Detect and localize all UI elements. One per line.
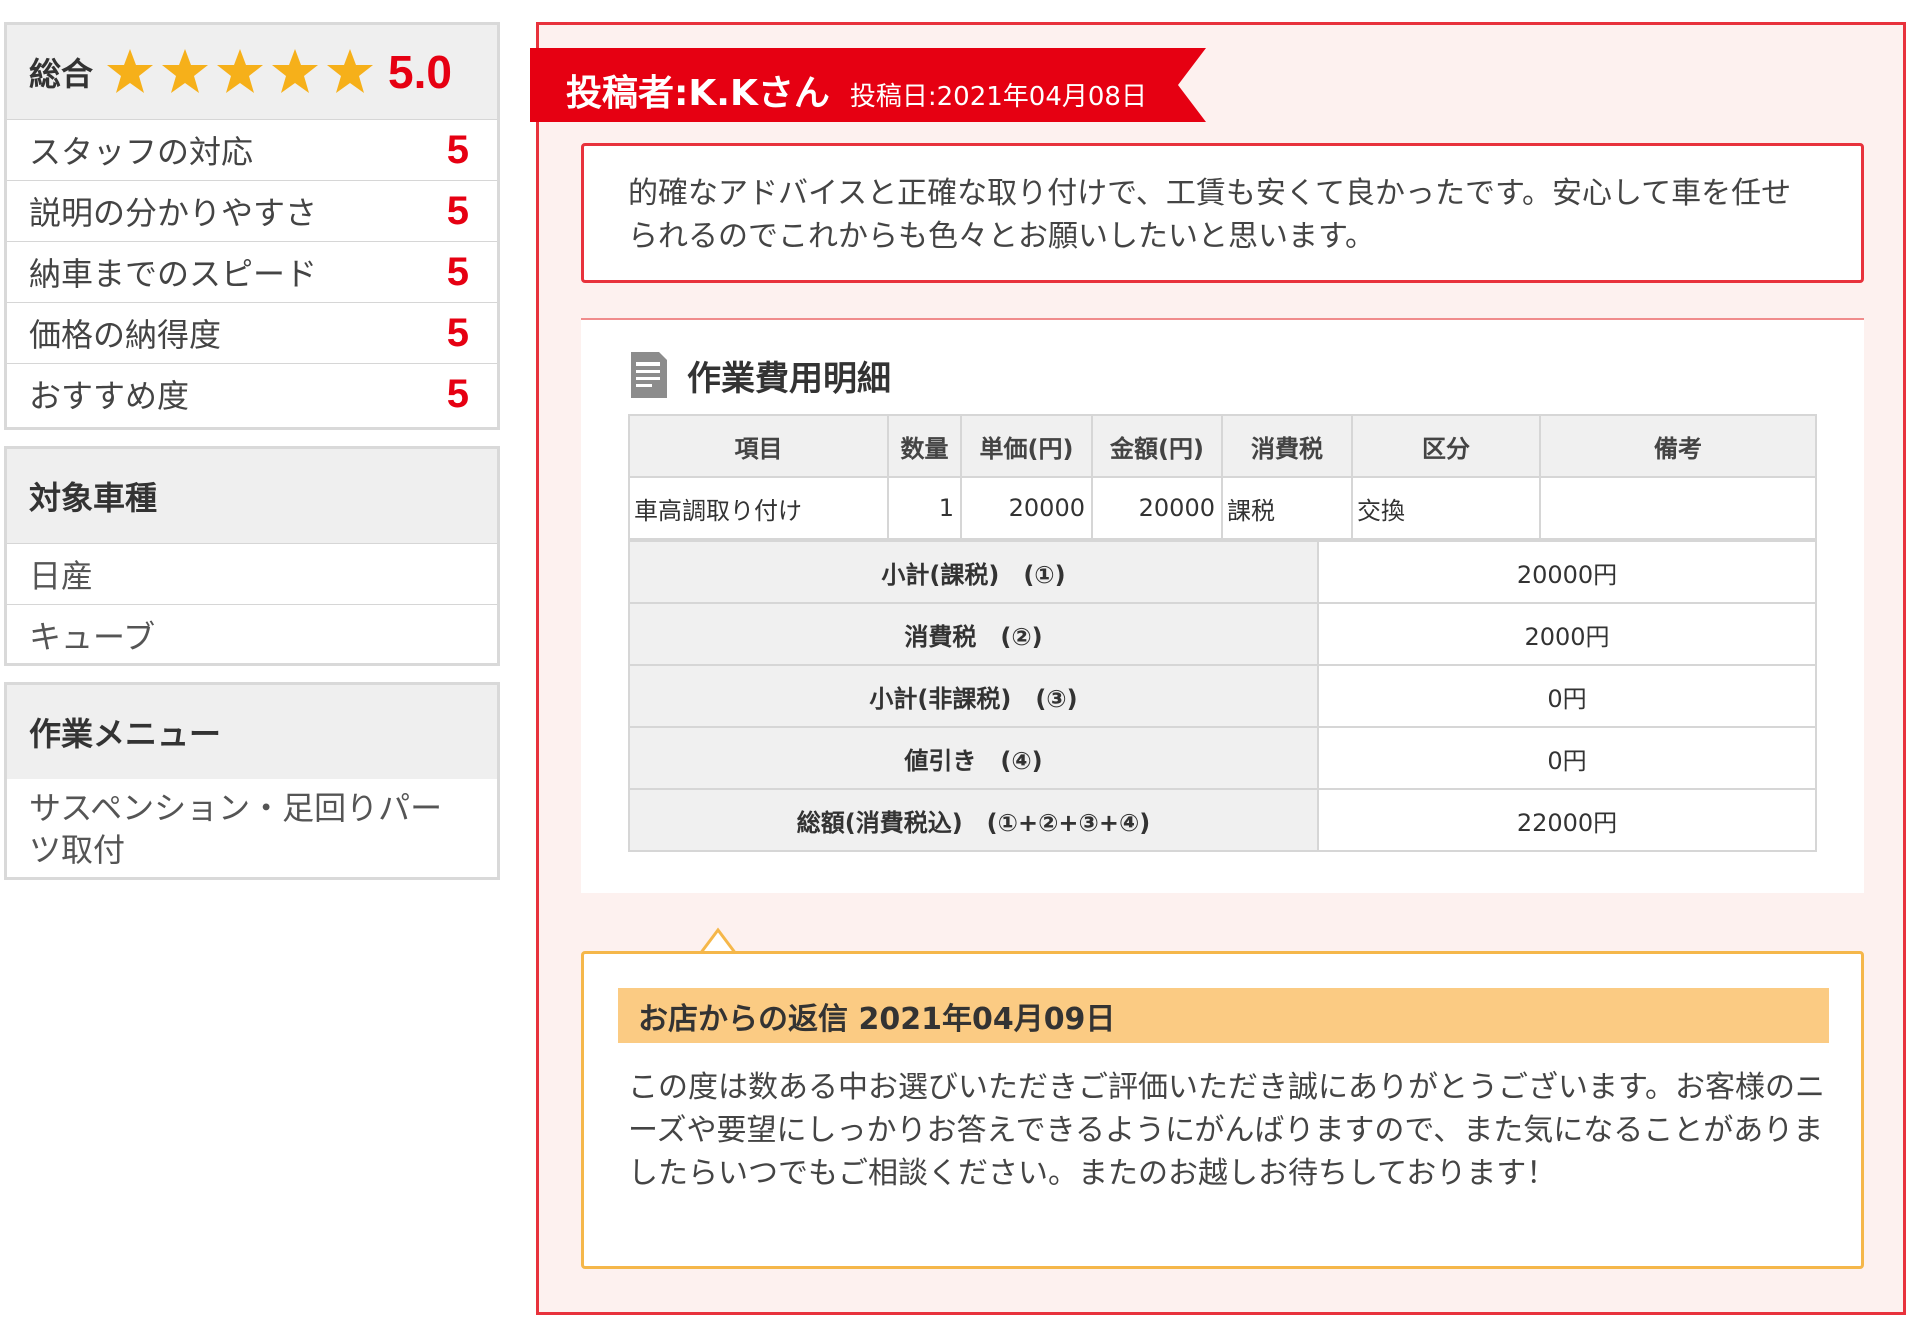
- rating-label: 説明の分かりやすさ: [29, 194, 318, 232]
- cell-notes: [1539, 476, 1817, 540]
- rating-row-recommend: おすすめ度 5: [7, 363, 497, 424]
- reply-body: この度は数ある中お選びいただきご評価いただき誠にありがとうございます。お客様のニ…: [628, 1070, 1825, 1191]
- totals-row: 消費税 (②) 2000円: [628, 602, 1817, 666]
- document-icon: [631, 352, 667, 398]
- cost-totals-table: 小計(課税) (①) 20000円 消費税 (②) 2000円 小計(非課税) …: [628, 540, 1817, 852]
- col-header-item: 項目: [628, 414, 889, 478]
- poster-banner: 投稿者:K.Kさん 投稿日:2021年04月08日: [530, 48, 1210, 122]
- totals-row: 小計(非課税) (③) 0円: [628, 664, 1817, 728]
- work-menu-item: サスペンション・足回りパーツ取付: [29, 789, 443, 869]
- total-value: 0円: [1317, 664, 1817, 728]
- rating-value: 5: [446, 249, 469, 294]
- overall-rating-header: 総合 5.0: [7, 25, 497, 119]
- star-icon: [217, 49, 264, 93]
- col-header-notes: 備考: [1539, 414, 1817, 478]
- star-icon: [107, 49, 154, 93]
- col-header-amount: 金額(円): [1091, 414, 1223, 478]
- cost-items-table: 項目 数量 単価(円) 金額(円) 消費税 区分 備考 車高調取り付け 1 20…: [628, 414, 1817, 540]
- rating-value: 5: [446, 371, 469, 416]
- total-label: 小計(課税) (①): [628, 540, 1319, 604]
- totals-row: 総額(消費税込) (①+②+③+④) 22000円: [628, 788, 1817, 852]
- cell-tax: 課税: [1221, 476, 1353, 540]
- rating-row-staff: スタッフの対応 5: [7, 119, 497, 180]
- col-header-category: 区分: [1351, 414, 1541, 478]
- work-menu-heading: 作業メニュー: [7, 685, 497, 779]
- vehicle-panel: 対象車種 日産 キューブ: [4, 446, 500, 666]
- poster-name: 投稿者:K.Kさん: [566, 73, 830, 114]
- review-comment: 的確なアドバイスと正確な取り付けで、工賃も安くて良かったです。安心して車を任せら…: [581, 143, 1864, 283]
- total-label: 値引き (④): [628, 726, 1319, 790]
- reply-heading: お店からの返信 2021年04月09日: [618, 988, 1829, 1043]
- total-label: 小計(非課税) (③): [628, 664, 1319, 728]
- total-label: 消費税 (②): [628, 602, 1319, 666]
- work-menu-panel: 作業メニュー サスペンション・足回りパーツ取付: [4, 682, 500, 880]
- rating-label: 納車までのスピード: [29, 255, 318, 293]
- total-value: 22000円: [1317, 788, 1817, 852]
- cost-title: 作業費用明細: [629, 350, 891, 400]
- cell-quantity: 1: [887, 476, 962, 540]
- cell-amount: 20000: [1091, 476, 1223, 540]
- rating-value: 5: [446, 310, 469, 355]
- cell-category: 交換: [1351, 476, 1541, 540]
- col-header-tax: 消費税: [1221, 414, 1353, 478]
- rating-label: スタッフの対応: [29, 133, 254, 171]
- vehicle-maker: 日産: [7, 543, 497, 604]
- totals-row: 値引き (④) 0円: [628, 726, 1817, 790]
- overall-label: 総合: [29, 55, 94, 93]
- star-icon: [272, 49, 319, 93]
- rating-row-price: 価格の納得度 5: [7, 302, 497, 363]
- star-icon: [327, 49, 374, 93]
- total-value: 0円: [1317, 726, 1817, 790]
- rating-label: 価格の納得度: [29, 316, 222, 354]
- cell-unit-price: 20000: [960, 476, 1093, 540]
- rating-row-speed: 納車までのスピード 5: [7, 241, 497, 302]
- star-icon: [162, 49, 209, 93]
- rating-label: おすすめ度: [29, 377, 190, 415]
- cost-title-text: 作業費用明細: [687, 358, 891, 399]
- rating-row-explanation: 説明の分かりやすさ 5: [7, 180, 497, 241]
- total-value: 2000円: [1317, 602, 1817, 666]
- total-value: 20000円: [1317, 540, 1817, 604]
- col-header-quantity: 数量: [887, 414, 962, 478]
- cost-breakdown: 作業費用明細 項目 数量 単価(円) 金額(円) 消費税 区分 備考 車高調取り…: [581, 318, 1864, 893]
- cell-item: 車高調取り付け: [628, 476, 889, 540]
- rating-value: 5: [446, 127, 469, 172]
- star-rating: [105, 47, 380, 97]
- vehicle-heading: 対象車種: [7, 449, 497, 543]
- table-header-row: 項目 数量 単価(円) 金額(円) 消費税 区分 備考: [628, 414, 1817, 478]
- overall-score: 5.0: [388, 46, 452, 98]
- rating-panel: 総合 5.0 スタッフの対応 5 説明の分かりやすさ 5 納車までのスピード 5…: [4, 22, 500, 430]
- table-row: 車高調取り付け 1 20000 20000 課税 交換: [628, 476, 1817, 540]
- col-header-unit-price: 単価(円): [960, 414, 1093, 478]
- vehicle-model: キューブ: [7, 604, 497, 665]
- rating-value: 5: [446, 188, 469, 233]
- totals-row: 小計(課税) (①) 20000円: [628, 540, 1817, 604]
- posted-date: 投稿日:2021年04月08日: [849, 82, 1147, 112]
- shop-reply: お店からの返信 2021年04月09日 この度は数ある中お選びいただきご評価いた…: [581, 951, 1864, 1269]
- total-label: 総額(消費税込) (①+②+③+④): [628, 788, 1319, 852]
